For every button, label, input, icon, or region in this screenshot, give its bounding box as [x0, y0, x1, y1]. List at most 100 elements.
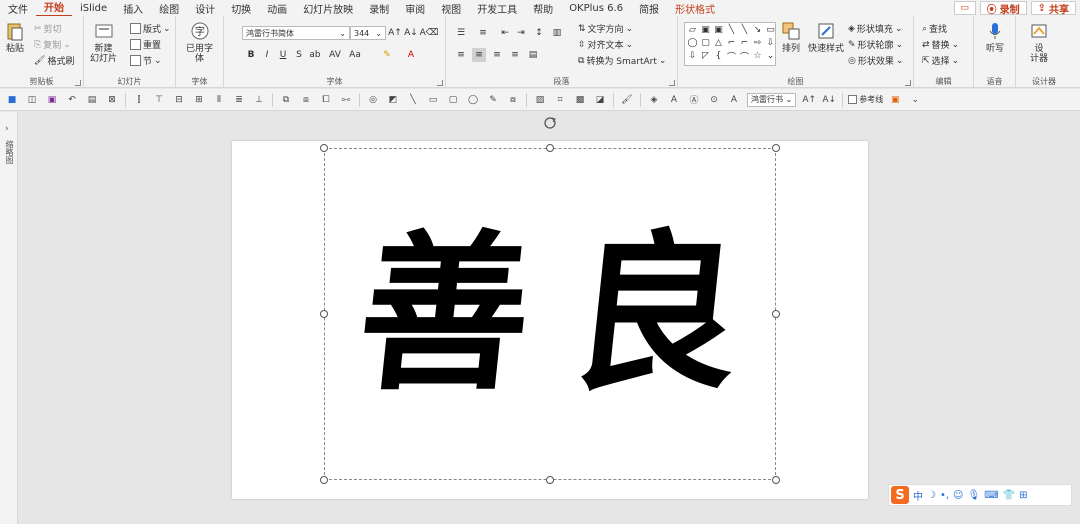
section-button[interactable]: 节 ⌄	[130, 54, 162, 67]
menu-item-7[interactable]: 动画	[259, 1, 295, 16]
align-center-icon[interactable]: ≡	[472, 48, 486, 62]
select-button[interactable]: ⇱ 选择 ⌄	[922, 54, 959, 68]
line-tool-icon[interactable]: ╲	[406, 93, 420, 107]
menu-item-16[interactable]: 形状格式	[667, 1, 723, 16]
menu-item-3[interactable]: 插入	[115, 1, 151, 16]
send-back-icon[interactable]: ⧟	[339, 93, 353, 107]
columns-icon[interactable]: ▥	[550, 26, 564, 40]
numbering-icon[interactable]: ≡	[476, 26, 490, 40]
more-shapes-icon[interactable]: ⌄	[765, 51, 776, 61]
resize-handle-bc[interactable]	[546, 476, 554, 484]
comment-button[interactable]: ▭	[953, 1, 976, 15]
textbox-icon[interactable]: A	[667, 93, 681, 107]
merge-shapes-icon[interactable]: ◎	[366, 93, 380, 107]
char-spacing-icon[interactable]: AV	[328, 48, 342, 62]
brace-shape-icon[interactable]: {	[713, 51, 724, 61]
menu-item-5[interactable]: 设计	[187, 1, 223, 16]
edit-shape-icon[interactable]: ◩	[386, 93, 400, 107]
bold-icon[interactable]: B	[244, 48, 258, 62]
format-painter-tool-icon[interactable]: 🖌	[620, 93, 634, 107]
decrease-font-icon[interactable]: A↓	[404, 26, 418, 40]
font-color-icon[interactable]: A	[404, 48, 418, 62]
paste-button[interactable]: 粘贴	[4, 20, 26, 54]
line2-shape-icon[interactable]: ╲	[739, 25, 750, 35]
paragraph-launcher[interactable]	[669, 80, 675, 86]
grid-icon[interactable]: ⊠	[105, 93, 119, 107]
mic-icon[interactable]: 🎙	[967, 490, 980, 501]
layout-button[interactable]: 版式 ⌄	[130, 22, 171, 35]
elbow-shape-icon[interactable]: ↘	[752, 25, 763, 35]
rect-shape-icon[interactable]: ▭	[765, 25, 776, 35]
drawing-launcher[interactable]	[905, 80, 911, 86]
designer-button[interactable]: 设 计器	[1028, 20, 1050, 64]
font-size-select[interactable]: 344 ⌄	[350, 26, 386, 40]
dictate-button[interactable]: 听写	[984, 20, 1006, 54]
italic-icon[interactable]: I	[260, 48, 274, 62]
picture-icon[interactable]: ⧇	[506, 93, 520, 107]
align-left-icon[interactable]: ≡	[454, 48, 468, 62]
wordart-icon[interactable]: Ⓐ	[687, 93, 701, 107]
find-button[interactable]: ⌕ 查找	[922, 22, 947, 36]
decrease-indent-icon[interactable]: ⇤	[498, 26, 512, 40]
new-slide-button[interactable]: 新建 幻灯片	[90, 20, 117, 64]
increase-indent-icon[interactable]: ⇥	[514, 26, 528, 40]
align-top-tool-icon[interactable]: ⊤	[152, 93, 166, 107]
menu-item-8[interactable]: 幻灯片放映	[295, 1, 361, 16]
shapes-gallery[interactable]: ▱ ▣ ▣ ╲ ╲ ↘ ▭ ◯ ▢ △ ⌐ ⌐ ⇨ ⇩ ⇩ ◸{⌒ ⌒ ☆ ⌄	[684, 22, 776, 66]
align-right-icon[interactable]: ≡	[490, 48, 504, 62]
photo-icon[interactable]: ▩	[573, 93, 587, 107]
font-name-select[interactable]: 鸿雷行书简体 ⌄	[242, 26, 350, 40]
guides-checkbox[interactable]: 参考线	[848, 94, 883, 105]
quick-styles-button[interactable]: 快速样式	[808, 20, 844, 54]
resize-handle-bl[interactable]	[320, 476, 328, 484]
oval-tool-icon[interactable]: ◯	[466, 93, 480, 107]
increase-font-icon[interactable]: A↑	[388, 26, 402, 40]
menu-item-4[interactable]: 绘图	[151, 1, 187, 16]
menu-item-11[interactable]: 视图	[433, 1, 469, 16]
triangle-shape-icon[interactable]: △	[713, 38, 724, 48]
font-color-tool-icon[interactable]: A	[727, 93, 741, 107]
resize-handle-ml[interactable]	[320, 310, 328, 318]
cut-button[interactable]: ✂ 剪切	[34, 22, 62, 36]
curve-shape-icon[interactable]: ⌒	[726, 51, 737, 63]
shape-select-icon[interactable]: ◫	[25, 93, 39, 107]
text-effects-icon[interactable]: ⊙	[707, 93, 721, 107]
shape-fill-button[interactable]: ◈ 形状填充 ⌄	[848, 22, 902, 36]
rounded-rect-shape-icon[interactable]: ▢	[700, 38, 711, 48]
rotate-handle-icon[interactable]	[543, 116, 557, 130]
expand-pane-icon[interactable]: ›	[5, 124, 9, 134]
curve2-shape-icon[interactable]: ⌒	[739, 51, 750, 63]
replace-button[interactable]: ⇄ 替换 ⌄	[922, 38, 959, 52]
bullets-icon[interactable]: ☰	[454, 26, 468, 40]
connector2-shape-icon[interactable]: ⌐	[739, 38, 750, 48]
menu-item-15[interactable]: 简报	[631, 1, 667, 16]
bring-front-icon[interactable]: ⧠	[319, 93, 333, 107]
emoji-icon[interactable]: ☺	[953, 490, 963, 501]
keyboard-icon[interactable]: ⌨	[984, 490, 998, 501]
ime-mode[interactable]: 中	[913, 488, 923, 503]
clipboard-launcher[interactable]	[75, 80, 81, 86]
punct-icon[interactable]: •,	[940, 490, 949, 501]
format-painter-button[interactable]: 🖌 格式刷	[34, 54, 74, 68]
align-middle-tool-icon[interactable]: ⊞	[192, 93, 206, 107]
menu-item-0[interactable]: 文件	[0, 1, 36, 16]
ungroup-icon[interactable]: ⧈	[299, 93, 313, 107]
menu-item-2[interactable]: iSlide	[72, 3, 115, 14]
menu-item-12[interactable]: 开发工具	[469, 1, 525, 16]
underline-icon[interactable]: U	[276, 48, 290, 62]
textbox-shape-icon[interactable]: ▣	[700, 25, 711, 35]
resize-handle-tc[interactable]	[546, 144, 554, 152]
moon-icon[interactable]: ☽	[927, 490, 936, 501]
grow-font-icon[interactable]: A↑	[802, 93, 816, 107]
resize-handle-br[interactable]	[772, 476, 780, 484]
toolbox-icon[interactable]: ⊞	[1019, 490, 1027, 501]
fill-color-icon[interactable]: ◈	[647, 93, 661, 107]
skin-icon[interactable]: 👕	[1003, 490, 1015, 501]
copy-button[interactable]: ⎘ 复制 ⌄	[34, 38, 71, 52]
align-text-button[interactable]: ⇳ 对齐文本 ⌄	[578, 38, 633, 52]
crop-icon[interactable]: ⌗	[553, 93, 567, 107]
islide-icon[interactable]: ▣	[888, 93, 902, 107]
pen-tool-icon[interactable]: ✎	[486, 93, 500, 107]
align-bottom-tool-icon[interactable]: ⊥	[252, 93, 266, 107]
callout-shape-icon[interactable]: ◸	[700, 51, 711, 61]
